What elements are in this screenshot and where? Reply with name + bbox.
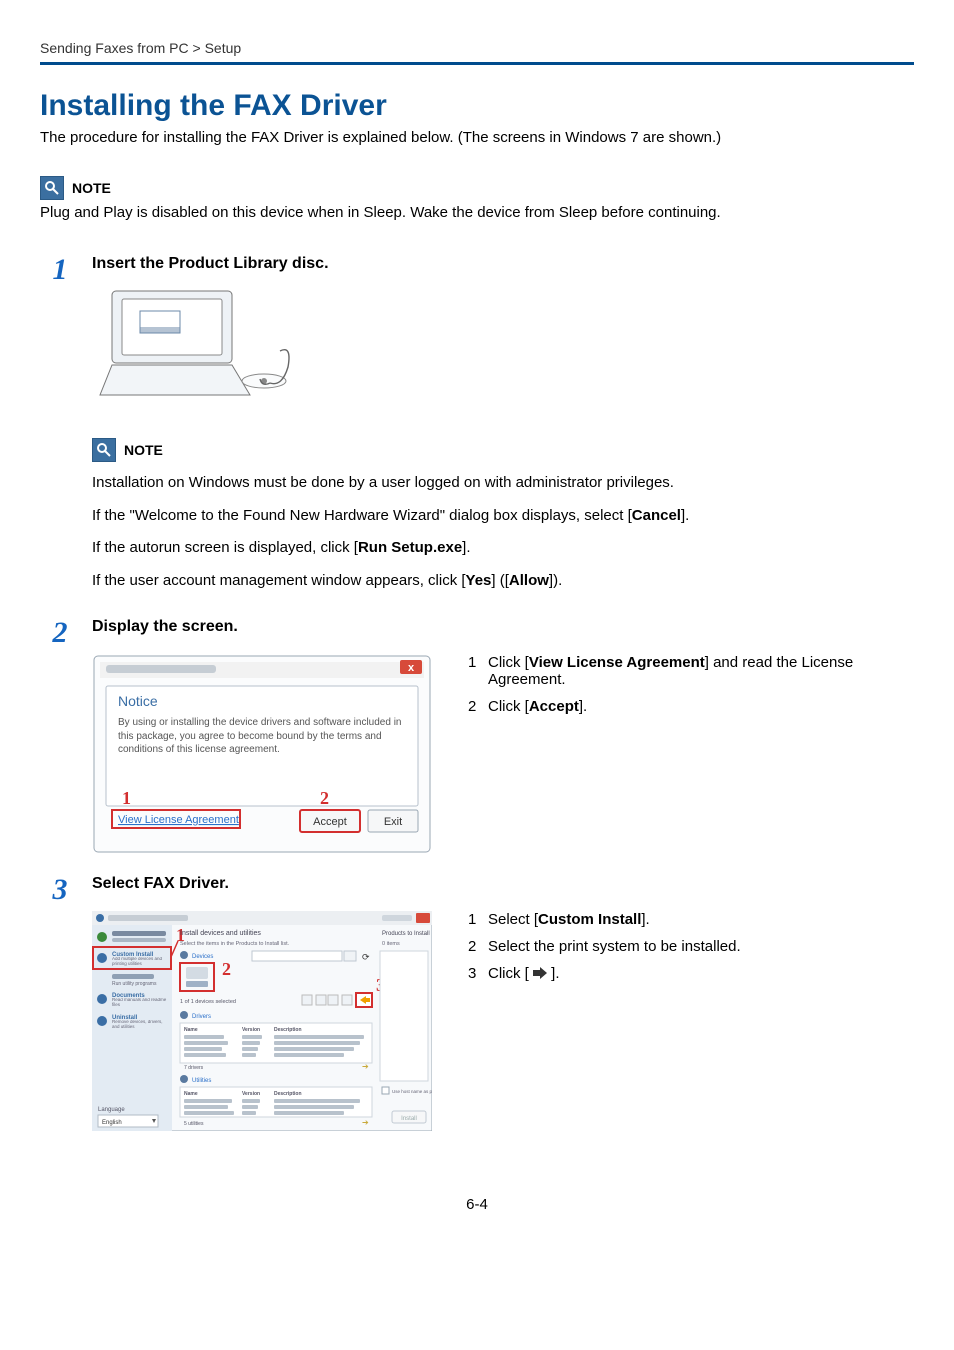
svg-text:Description: Description: [274, 1027, 302, 1033]
arrow-right-icon: [533, 966, 547, 983]
svg-text:2: 2: [320, 788, 329, 808]
step-1: 1 Insert the Product Library disc.: [40, 255, 914, 602]
note-label: NOTE: [124, 442, 163, 458]
inner-note-line-1: Installation on Windows must be done by …: [92, 472, 914, 495]
step-3: 3 Select FAX Driver.: [40, 875, 914, 1136]
step-2: 2 Display the screen. x Notice: [40, 618, 914, 859]
svg-text:Version: Version: [242, 1027, 260, 1033]
inner-note-line-3: If the autorun screen is displayed, clic…: [92, 537, 914, 560]
svg-text:1 of 1 devices selected: 1 of 1 devices selected: [180, 999, 236, 1005]
header-rule: [40, 62, 914, 65]
installer-window: Custom Install Add multiple devices and …: [92, 911, 432, 1136]
svg-text:Use host name as port name: Use host name as port name: [392, 1089, 432, 1094]
svg-text:Name: Name: [184, 1091, 198, 1097]
svg-text:Install devices and utilities: Install devices and utilities: [180, 930, 261, 937]
svg-text:5 utilities: 5 utilities: [184, 1121, 204, 1127]
step-2-instructions: 1Click [View License Agreement] and read…: [468, 654, 914, 715]
svg-text:Accept: Accept: [313, 816, 347, 828]
inner-note-line-2: If the "Welcome to the Found New Hardwar…: [92, 505, 914, 528]
step-1-head-suffix: .: [324, 255, 328, 272]
note-header: NOTE: [40, 176, 914, 200]
svg-text:Utilities: Utilities: [192, 1078, 211, 1084]
note-icon: [40, 176, 64, 200]
step-2-heading: Display the screen.: [92, 618, 914, 636]
svg-text:1: 1: [122, 788, 131, 808]
svg-text:Select the items in the Produc: Select the items in the Products to Inst…: [180, 941, 290, 947]
license-dialog: x Notice By using or installing the devi…: [92, 654, 432, 859]
svg-text:Drivers: Drivers: [192, 1014, 211, 1020]
svg-text:Run utility programs: Run utility programs: [112, 981, 157, 987]
svg-text:Install: Install: [401, 1116, 417, 1122]
device-search[interactable]: [252, 951, 342, 961]
svg-text:7 drivers: 7 drivers: [184, 1065, 204, 1071]
inner-note-line-4: If the user account management window ap…: [92, 570, 914, 593]
view-license-link[interactable]: View License Agreement: [118, 814, 239, 826]
svg-text:Description: Description: [274, 1091, 302, 1097]
step-1-note: NOTE Installation on Windows must be don…: [92, 438, 914, 592]
svg-text:Products to Install: Products to Install: [382, 931, 430, 937]
page-number: 6-4: [40, 1196, 914, 1213]
page-title: Installing the FAX Driver: [40, 89, 914, 123]
svg-text:2: 2: [222, 959, 231, 979]
step-number: 3: [40, 875, 80, 905]
add-utility-icon[interactable]: ➔: [362, 1118, 369, 1127]
intro-text: The procedure for installing the FAX Dri…: [40, 129, 914, 146]
note-label: NOTE: [72, 180, 111, 196]
svg-text:Version: Version: [242, 1091, 260, 1097]
svg-text:Devices: Devices: [192, 954, 213, 960]
step-number: 1: [40, 255, 80, 285]
note-body: Plug and Play is disabled on this device…: [40, 202, 914, 223]
device-search-icon[interactable]: [344, 951, 356, 961]
refresh-icon[interactable]: ⟳: [362, 952, 370, 962]
step-1-head-prefix: Insert the: [92, 255, 164, 272]
step-3-heading: Select FAX Driver.: [92, 875, 914, 893]
svg-text:Notice: Notice: [118, 693, 158, 709]
license-body: By using or installing the device driver…: [118, 716, 408, 757]
laptop-illustration: [92, 287, 914, 412]
svg-text:0 items: 0 items: [382, 941, 400, 947]
svg-text:English: English: [102, 1120, 122, 1126]
step-1-head-bold: Product Library disc: [164, 255, 324, 272]
step-1-heading: Insert the Product Library disc.: [92, 255, 914, 273]
svg-text:x: x: [408, 662, 415, 674]
step-3-instructions: 1Select [Custom Install]. 2Select the pr…: [468, 911, 914, 983]
breadcrumb: Sending Faxes from PC > Setup: [40, 40, 914, 56]
svg-text:Language: Language: [98, 1107, 125, 1113]
step-number: 2: [40, 618, 80, 648]
note-icon: [92, 438, 116, 462]
add-driver-icon[interactable]: ➔: [362, 1062, 369, 1071]
svg-text:Exit: Exit: [384, 816, 402, 828]
svg-text:Name: Name: [184, 1027, 198, 1033]
